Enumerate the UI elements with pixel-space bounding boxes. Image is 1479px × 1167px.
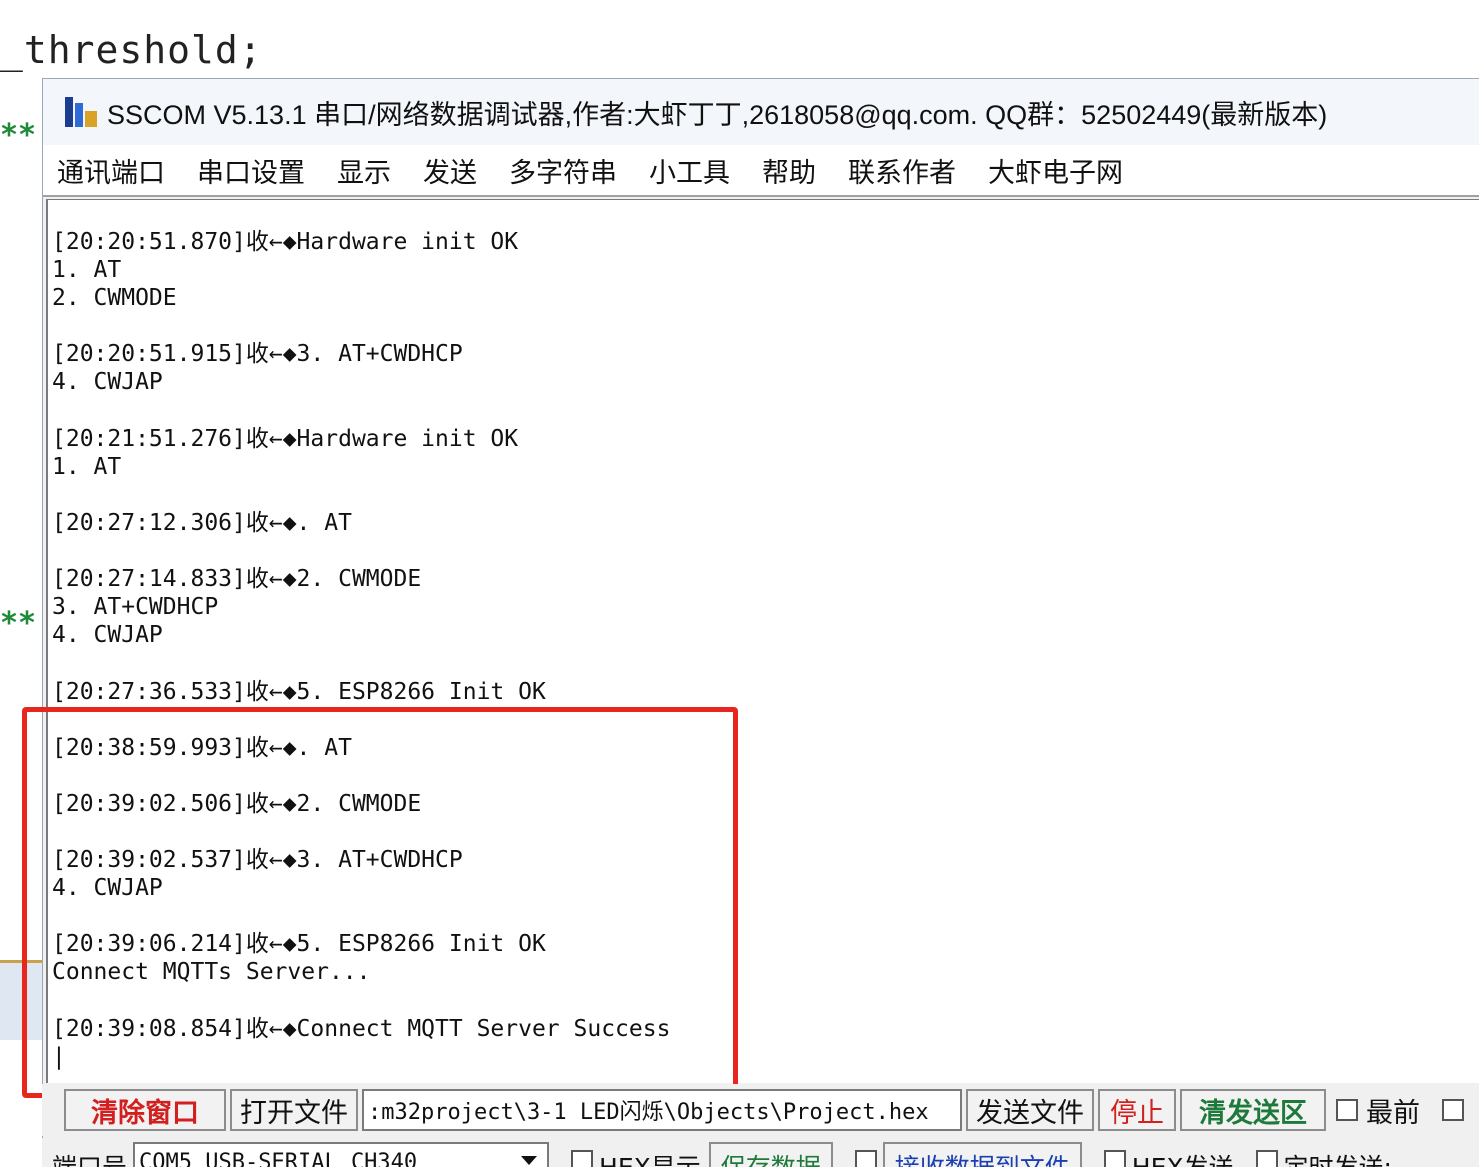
receive-line xyxy=(52,312,670,340)
chevron-down-icon xyxy=(521,1156,538,1165)
menu-display[interactable]: 显示 xyxy=(337,151,391,190)
receive-line: | xyxy=(52,1043,66,1070)
hex-send-checkbox[interactable] xyxy=(1103,1150,1126,1167)
timed-send-label: 定时发送: xyxy=(1284,1148,1392,1167)
menu-send[interactable]: 发送 xyxy=(423,151,477,190)
receive-line xyxy=(52,818,670,846)
port-select[interactable]: COM5 USB-SERIAL CH340 xyxy=(133,1142,550,1167)
editor-code-line: _threshold; xyxy=(0,28,263,72)
receive-line: [20:39:02.537]收←◆3. AT+CWDHCP xyxy=(52,847,463,874)
receive-area[interactable]: [20:20:51.870]收←◆Hardware init OK 1. AT 2.… xyxy=(46,199,1479,1083)
menu-multi-string[interactable]: 多字符串 xyxy=(509,151,617,190)
receive-line: 2. CWMODE xyxy=(52,285,177,312)
timed-send-checkbox[interactable] xyxy=(1255,1150,1278,1167)
open-file-button[interactable]: 打开文件 xyxy=(230,1089,358,1131)
menu-daxia-site[interactable]: 大虾电子网 xyxy=(988,151,1123,190)
receive-line: [20:27:36.533]收←◆5. ESP8266 Init OK xyxy=(52,678,546,705)
send-toolbar: 清除窗口 打开文件 :m32project\3-1 LED闪烁\Objects\… xyxy=(42,1084,1479,1136)
sscom-window: SSCOM V5.13.1 串口/网络数据调试器,作者:大虾丁丁,2618058… xyxy=(42,78,1479,1167)
clear-window-button[interactable]: 清除窗口 xyxy=(64,1089,226,1131)
receive-line xyxy=(52,397,670,425)
extra-checkbox[interactable] xyxy=(1442,1099,1464,1121)
receive-line xyxy=(52,649,670,677)
receive-line: [20:21:51.276]收←◆Hardware init OK xyxy=(52,425,519,452)
receive-line: [20:27:12.306]收←◆. AT xyxy=(52,509,352,536)
recv-to-file-checkbox[interactable] xyxy=(854,1150,877,1167)
receive-line xyxy=(52,537,670,565)
editor-comment-stars: ** xyxy=(0,606,37,641)
receive-line: 4. CWJAP xyxy=(52,369,163,396)
clear-send-button[interactable]: 清发送区 xyxy=(1180,1089,1326,1131)
file-path-field[interactable]: :m32project\3-1 LED闪烁\Objects\Project.he… xyxy=(362,1089,962,1131)
receive-line: 3. AT+CWDHCP xyxy=(52,594,219,621)
receive-line: [20:39:08.854]收←◆Connect MQTT Server Suc… xyxy=(52,1015,671,1042)
window-title: SSCOM V5.13.1 串口/网络数据调试器,作者:大虾丁丁,2618058… xyxy=(107,99,1328,130)
receive-line: [20:20:51.915]收←◆3. AT+CWDHCP xyxy=(52,341,463,368)
topmost-label: 最前 xyxy=(1366,1097,1420,1129)
receive-line: [20:39:02.506]收←◆2. CWMODE xyxy=(52,790,422,817)
receive-line: 4. CWJAP xyxy=(52,875,163,902)
title-bar[interactable]: SSCOM V5.13.1 串口/网络数据调试器,作者:大虾丁丁,2618058… xyxy=(43,79,1479,145)
hex-display-label: HEX显示 xyxy=(599,1148,701,1167)
receive-line xyxy=(52,762,670,790)
menu-comm-port[interactable]: 通讯端口 xyxy=(57,151,165,190)
receive-line xyxy=(52,706,670,734)
receive-line xyxy=(52,987,670,1015)
receive-line: [20:39:06.214]收←◆5. ESP8266 Init OK xyxy=(52,931,546,958)
receive-line: 1. AT xyxy=(52,453,122,480)
hex-display-checkbox[interactable] xyxy=(571,1150,594,1167)
stop-button[interactable]: 停止 xyxy=(1098,1089,1176,1131)
menu-help[interactable]: 帮助 xyxy=(762,151,816,190)
recv-to-file-button[interactable]: 接收数据到文件 xyxy=(882,1142,1082,1167)
editor-highlight-strip xyxy=(0,960,44,1040)
menu-bar: 通讯端口 串口设置 显示 发送 多字符串 小工具 帮助 联系作者 大虾电子网 xyxy=(43,145,1479,197)
receive-line: Connect MQTTs Server... xyxy=(52,959,371,986)
editor-comment-stars: ** xyxy=(0,118,37,153)
save-data-button[interactable]: 保存数据 xyxy=(708,1142,833,1167)
sscom-app-icon xyxy=(63,93,101,131)
port-label: 端口号 xyxy=(52,1148,127,1167)
menu-contact-author[interactable]: 联系作者 xyxy=(848,151,956,190)
port-toolbar: 端口号 COM5 USB-SERIAL CH340 HEX显示 保存数据 接收数… xyxy=(42,1138,1479,1167)
hex-send-label: HEX发送 xyxy=(1132,1148,1234,1167)
receive-line: [20:38:59.993]收←◆. AT xyxy=(52,734,352,761)
receive-log: [20:20:51.870]收←◆Hardware init OK 1. AT 2.… xyxy=(52,228,670,1071)
topmost-checkbox[interactable] xyxy=(1336,1099,1358,1121)
receive-line: [20:27:14.833]收←◆2. CWMODE xyxy=(52,566,422,593)
receive-line: 1. AT xyxy=(52,257,122,284)
receive-line: 4. CWJAP xyxy=(52,622,163,649)
menu-tools[interactable]: 小工具 xyxy=(649,151,730,190)
menu-serial-settings[interactable]: 串口设置 xyxy=(197,151,305,190)
send-file-button[interactable]: 发送文件 xyxy=(966,1089,1094,1131)
receive-line: [20:20:51.870]收←◆Hardware init OK xyxy=(52,229,519,255)
receive-line xyxy=(52,902,670,930)
receive-line xyxy=(52,481,670,509)
port-value: COM5 USB-SERIAL CH340 xyxy=(139,1150,418,1167)
